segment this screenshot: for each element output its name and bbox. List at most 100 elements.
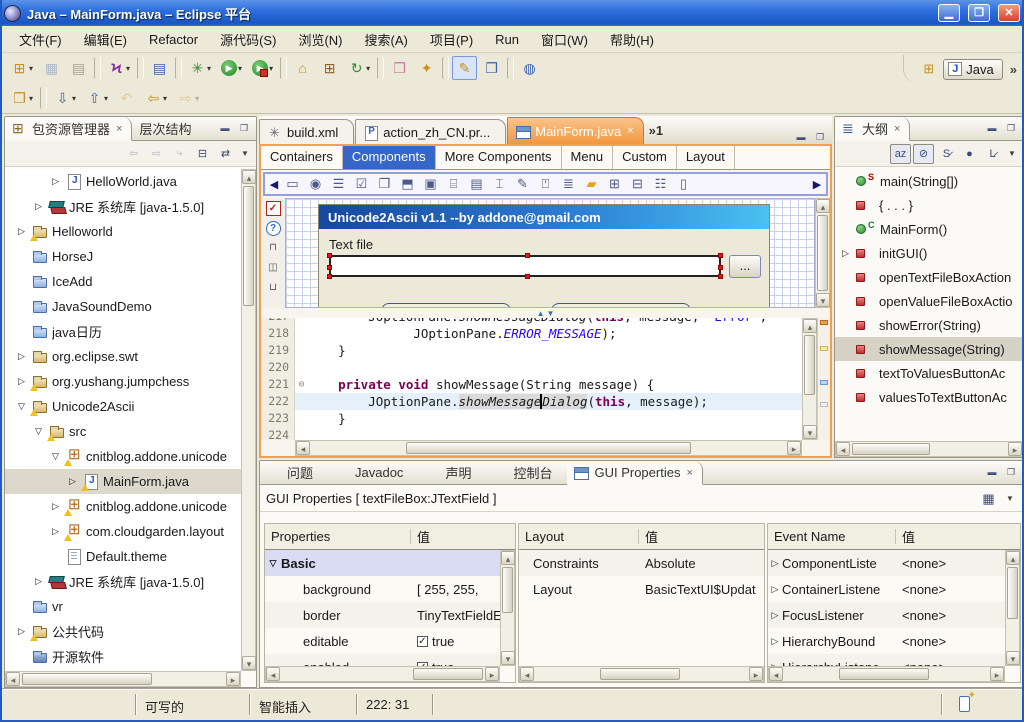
tree-item[interactable]: org.eclipse.swt <box>5 344 241 369</box>
scrollbar-thumb[interactable] <box>817 215 828 291</box>
palette-tab[interactable]: Custom <box>613 146 677 169</box>
code-line[interactable]: 224 <box>261 427 802 440</box>
toolbar-button[interactable] <box>507 57 514 79</box>
tree-item[interactable]: JRE 系统库 [java-1.5.0] <box>5 569 241 594</box>
open-perspective-icon[interactable]: ⊞ <box>918 59 939 79</box>
fold-marker[interactable] <box>295 325 308 342</box>
event-row[interactable]: ▷ FocusListener <none> <box>768 602 1005 628</box>
ruler-marker[interactable] <box>820 346 828 351</box>
twisty-icon[interactable] <box>32 426 45 437</box>
twisty-icon[interactable] <box>839 248 852 259</box>
editor-tab[interactable]: action_zh_CN.pr... <box>355 119 506 144</box>
tree-item[interactable]: org.yushang.jumpchess <box>5 369 241 394</box>
toolbar-button[interactable] <box>137 57 144 79</box>
code-line[interactable]: 223 } <box>261 410 802 427</box>
toolbar-button[interactable]: ⇧ <box>82 86 112 110</box>
palette-component-icon[interactable]: ⍞ <box>534 176 557 192</box>
table-horizontal-scrollbar[interactable]: ◂▸ <box>265 666 500 682</box>
toolbar-button[interactable]: ✎ <box>452 56 477 80</box>
fold-marker[interactable] <box>295 376 308 393</box>
menu-item[interactable]: 源代码(S) <box>209 26 287 53</box>
tree-item[interactable]: 开源软件 <box>5 644 241 669</box>
tree-item[interactable]: JavaSoundDemo <box>5 294 241 319</box>
palette-scroll-left-icon[interactable]: ◀ <box>267 178 281 191</box>
fold-marker[interactable] <box>295 410 308 427</box>
designer-canvas[interactable]: Unicode2Ascii v1.1 --by addone@gmail.com… <box>285 198 815 308</box>
code-line[interactable]: 222 JOptionPane.showMessageDialog(this, … <box>261 393 802 410</box>
palette-component-icon[interactable]: ≣ <box>557 176 580 192</box>
designer-tool-icon[interactable]: ⊔ <box>266 281 281 296</box>
menu-item[interactable]: 窗口(W) <box>530 26 599 53</box>
title-bar[interactable]: Java – MainForm.java – Eclipse 平台 ▁ ❐ ✕ <box>0 0 1024 26</box>
view-tool-icon[interactable]: az <box>890 144 911 164</box>
designer-tool-icon[interactable]: ◫ <box>266 261 281 276</box>
project-tree[interactable]: HelloWorld.java JRE 系统库 [java-1.5.0] Hel… <box>5 169 241 671</box>
minimize-view-icon[interactable]: ▬ <box>984 122 1000 135</box>
outline-item[interactable]: initGUI() <box>835 241 1023 265</box>
tab-type-hierarchy[interactable]: 层次结构 <box>132 117 198 140</box>
twisty-icon[interactable] <box>32 576 45 587</box>
palette-component-icon[interactable]: ⊞ <box>603 176 626 192</box>
menu-item[interactable]: 帮助(H) <box>599 26 665 53</box>
toolbar-button[interactable] <box>442 57 449 79</box>
toolbar-button[interactable]: ↶ <box>114 86 139 110</box>
menu-item[interactable]: 文件(F) <box>8 26 73 53</box>
tree-item[interactable]: com.cloudgarden.layout <box>5 519 241 544</box>
view-tool-icon[interactable]: ⇄ <box>215 144 236 164</box>
palette-component-icon[interactable]: ❐ <box>373 176 396 192</box>
toolbar-button[interactable]: ▶ <box>248 56 277 80</box>
twisty-icon[interactable] <box>15 626 28 637</box>
menu-item[interactable]: 浏览(N) <box>287 26 353 53</box>
palette-component-icon[interactable]: ▯ <box>672 176 695 192</box>
view-tool-icon[interactable]: ⇦ <box>123 144 144 164</box>
event-value[interactable]: <none> <box>896 634 946 649</box>
palette-tab[interactable]: Layout <box>677 146 735 169</box>
table-vertical-scrollbar[interactable]: ▴▾ <box>500 550 515 666</box>
twisty-icon[interactable] <box>15 226 28 237</box>
layout-row[interactable]: Constraints Absolute <box>519 550 764 576</box>
toolbar-button[interactable] <box>377 57 384 79</box>
property-row[interactable]: ▽ border TinyTextFieldE <box>265 602 500 628</box>
tree-item[interactable]: JRE 系统库 [java-1.5.0] <box>5 194 241 219</box>
overview-ruler[interactable] <box>817 318 830 440</box>
menu-item[interactable]: 编辑(E) <box>73 26 138 53</box>
view-tool-icon[interactable]: ▼ <box>238 144 252 164</box>
outline-item[interactable]: showMessage(String) <box>835 337 1023 361</box>
outline-item[interactable]: C MainForm() <box>835 217 1023 241</box>
palette-component-icon[interactable]: ☰ <box>327 176 350 192</box>
code-line[interactable]: 220 <box>261 359 802 376</box>
tree-item[interactable]: Helloworld <box>5 219 241 244</box>
toolbar-button[interactable] <box>175 57 182 79</box>
twisty-icon[interactable] <box>66 476 79 487</box>
scrollbar-thumb[interactable] <box>804 335 815 395</box>
toolbar-button[interactable]: ❒ <box>387 56 412 80</box>
minimize-button[interactable]: ▁ <box>938 4 960 22</box>
property-row[interactable]: ▽ Basic <box>265 550 500 576</box>
view-tool-icon[interactable]: L̷ <box>982 144 1003 164</box>
perspective-more-chevron[interactable]: » <box>1007 62 1020 77</box>
scrollbar-thumb[interactable] <box>243 186 254 306</box>
outline-item[interactable]: textToValuesButtonAc <box>835 361 1023 385</box>
maximize-view-icon[interactable]: ❒ <box>812 131 828 144</box>
view-tool-icon[interactable]: ⤷ <box>169 144 190 164</box>
tree-item[interactable]: java日历 <box>5 319 241 344</box>
menu-item[interactable]: Run <box>484 28 530 51</box>
tree-item[interactable]: src <box>5 419 241 444</box>
toolbar-button[interactable]: ▤ <box>147 56 172 80</box>
ruler-marker[interactable] <box>820 380 828 385</box>
close-view-icon[interactable] <box>556 472 560 474</box>
palette-component-icon[interactable]: ⌸ <box>442 176 465 192</box>
layout-property-value[interactable]: BasicTextUI$Updat <box>639 582 756 597</box>
fold-marker[interactable] <box>295 342 308 359</box>
outline-item[interactable]: { . . . } <box>835 193 1023 217</box>
event-row[interactable]: ▷ ContainerListene <none> <box>768 576 1005 602</box>
scrollbar-thumb[interactable] <box>852 443 930 455</box>
scrollbar-thumb[interactable] <box>406 442 691 454</box>
property-row[interactable]: ▽ editable true <box>265 628 500 654</box>
twisty-icon[interactable] <box>15 376 28 387</box>
menu-item[interactable]: 项目(P) <box>419 26 484 53</box>
event-row[interactable]: ▷ ComponentListe <none> <box>768 550 1005 576</box>
palette-component-icon[interactable]: ⌶ <box>488 176 511 192</box>
designer-tool-icon[interactable]: ✓ <box>266 201 281 216</box>
scrollbar-thumb[interactable] <box>1007 567 1018 619</box>
